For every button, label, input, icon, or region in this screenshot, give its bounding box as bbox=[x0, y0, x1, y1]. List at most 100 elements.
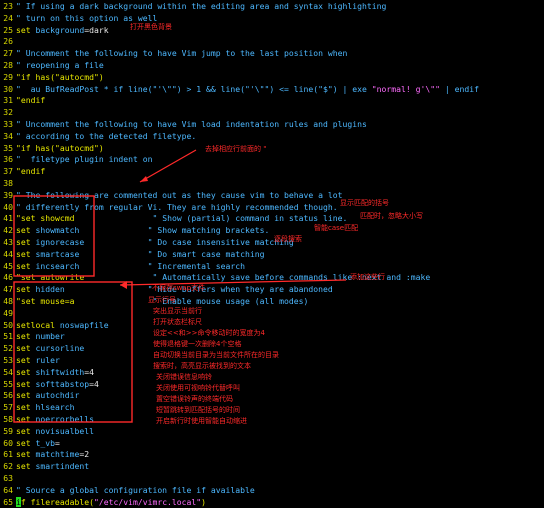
line-number: 27 bbox=[3, 48, 13, 59]
editor-line[interactable]: 27 " Uncomment the following to have Vim … bbox=[0, 48, 347, 59]
code-token: set bbox=[16, 343, 36, 354]
code-token: =2 bbox=[79, 449, 90, 460]
code-token: "/etc/vim/vimrc.local" bbox=[93, 496, 202, 507]
code-token: set bbox=[16, 284, 36, 295]
line-number: 53 bbox=[3, 355, 13, 365]
editor-line[interactable]: 58 set noerrorbells bbox=[0, 414, 94, 425]
editor-line[interactable]: 38 bbox=[0, 178, 16, 189]
code-token: | endif bbox=[439, 83, 479, 94]
code-token: set bbox=[16, 237, 36, 247]
note-noswapfile: 不保存swap文件 bbox=[152, 284, 206, 292]
code-token: shiftwidth bbox=[35, 366, 85, 377]
code-token: number bbox=[35, 331, 65, 342]
editor-line[interactable]: 37 "endif bbox=[0, 166, 45, 177]
editor-line[interactable]: 36 " filetype plugin indent on bbox=[0, 154, 152, 165]
line-number: 58 bbox=[3, 414, 13, 424]
editor-line[interactable]: 56 set autochdir bbox=[0, 390, 79, 401]
line-number: 24 bbox=[3, 12, 13, 23]
editor-line[interactable]: 50 setlocal noswapfile bbox=[0, 319, 108, 331]
editor-line[interactable]: 29 "if has("autocmd") bbox=[0, 72, 103, 83]
code-token: "endif bbox=[16, 166, 46, 177]
line-number: 63 bbox=[3, 473, 13, 483]
code-token: "normal! g'\"" bbox=[371, 83, 440, 94]
vim-editor[interactable]: 23 " If using a dark background within th… bbox=[0, 0, 544, 507]
editor-line[interactable]: 43 set ignorecase " Do case insensitive m… bbox=[0, 237, 294, 248]
code-token: = bbox=[55, 437, 60, 448]
line-number: 54 bbox=[3, 366, 13, 377]
editor-line[interactable]: 53 set ruler bbox=[0, 355, 60, 366]
line-number: 38 bbox=[3, 178, 13, 188]
editor-line[interactable]: 40 " differently from regular Vi. They ar… bbox=[0, 201, 337, 213]
code-token: "set autowrite bbox=[16, 272, 85, 283]
editor-line[interactable]: 32 bbox=[0, 107, 16, 118]
editor-line[interactable]: 44 set smartcase " Do smart case matching bbox=[0, 248, 264, 260]
editor-line[interactable]: 65 if filereadable("/etc/vim/vimrc.local"… bbox=[0, 496, 206, 508]
code-token: " Do case insensitive matching bbox=[84, 237, 294, 247]
code-token: " Incremental search bbox=[79, 260, 246, 271]
code-token: " The following are commented out as the… bbox=[16, 189, 343, 200]
code-token: " filetype plugin indent on bbox=[16, 154, 153, 165]
line-number: 26 bbox=[3, 36, 13, 47]
editor-line[interactable]: 51 set number bbox=[0, 331, 65, 342]
editor-line[interactable]: 34 " according to the detected filetype. bbox=[0, 131, 196, 142]
code-token: setlocal bbox=[16, 319, 60, 330]
code-token: " Show matching brackets. bbox=[79, 225, 270, 236]
line-number: 43 bbox=[3, 237, 13, 247]
editor-line[interactable]: 35 "if has("autocmd") bbox=[0, 142, 103, 154]
code-token: set bbox=[16, 24, 36, 35]
editor-line[interactable]: 59 set novisualbell bbox=[0, 426, 94, 437]
line-number: 23 bbox=[3, 1, 13, 11]
note-add-lines: 添加这些行 bbox=[350, 273, 385, 281]
line-number: 45 bbox=[3, 260, 13, 271]
code-token: " turn on this option as well bbox=[16, 12, 158, 23]
editor-line[interactable]: 31 "endif bbox=[0, 95, 45, 106]
line-number: 31 bbox=[3, 95, 13, 106]
editor-line[interactable]: 41 "set showcmd " Show (partial) command … bbox=[0, 213, 347, 224]
editor-line[interactable]: 54 set shiftwidth=4 bbox=[0, 367, 94, 378]
line-number: 32 bbox=[3, 107, 13, 118]
line-number: 56 bbox=[3, 390, 13, 401]
editor-line[interactable]: 57 set hlsearch bbox=[0, 402, 74, 413]
editor-line[interactable]: 33 " Uncomment the following to have Vim … bbox=[0, 119, 367, 130]
code-token: set bbox=[16, 437, 36, 448]
note-softtabstop: 使得退格键一次删除4个空格 bbox=[153, 340, 242, 348]
editor-line[interactable]: 39 " The following are commented out as t… bbox=[0, 190, 342, 201]
editor-line[interactable]: 42 set showmatch " Show matching brackets… bbox=[0, 225, 269, 236]
code-token: ruler bbox=[35, 355, 60, 365]
editor-line[interactable]: 30 " au BufReadPost * if line("'\"") > 1 … bbox=[0, 84, 479, 95]
editor-line[interactable]: 23 " If using a dark background within th… bbox=[0, 1, 386, 12]
line-number: 40 bbox=[3, 201, 13, 212]
code-token: smartcase bbox=[35, 248, 80, 259]
code-token: " reopening a file bbox=[16, 60, 104, 70]
line-number: 65 bbox=[3, 496, 13, 507]
note-cursorline: 突出显示当前行 bbox=[153, 307, 202, 315]
note-smartcase: 智能case匹配 bbox=[314, 224, 359, 232]
line-number: 35 bbox=[3, 142, 13, 153]
editor-line[interactable]: 60 set t_vb= bbox=[0, 438, 60, 449]
editor-line[interactable]: 26 bbox=[0, 36, 16, 47]
editor-line[interactable]: 52 set cursorline bbox=[0, 343, 84, 354]
editor-line[interactable]: 63 bbox=[0, 473, 16, 484]
note-smartindent: 开启新行时使用智能自动缩进 bbox=[156, 417, 247, 425]
line-number: 62 bbox=[3, 461, 13, 472]
code-token: "set showcmd bbox=[16, 213, 75, 224]
line-number: 41 bbox=[3, 213, 13, 224]
editor-line[interactable]: 28 " reopening a file bbox=[0, 60, 104, 71]
editor-line[interactable]: 62 set smartindent bbox=[0, 461, 89, 472]
editor-line[interactable]: 49 bbox=[0, 308, 16, 319]
line-number: 39 bbox=[3, 189, 13, 200]
line-number: 57 bbox=[3, 402, 13, 413]
code-token: set bbox=[16, 260, 36, 271]
code-token: " If using a dark background within the … bbox=[16, 1, 387, 11]
editor-line[interactable]: 64 " Source a global configuration file i… bbox=[0, 485, 255, 496]
line-number: 48 bbox=[3, 296, 13, 306]
code-token: noerrorbells bbox=[35, 414, 94, 424]
editor-line[interactable]: 45 set incsearch " Incremental search bbox=[0, 261, 245, 272]
line-number: 47 bbox=[3, 284, 13, 295]
editor-line[interactable]: 55 set softtabstop=4 bbox=[0, 379, 99, 390]
code-token: set bbox=[16, 378, 36, 389]
code-token: set bbox=[16, 425, 36, 436]
editor-line[interactable]: 25 set background=dark bbox=[0, 24, 108, 36]
editor-line[interactable]: 61 set matchtime=2 bbox=[0, 449, 89, 460]
note-noerrorbells: 关闭错误信息响铃 bbox=[156, 373, 212, 381]
